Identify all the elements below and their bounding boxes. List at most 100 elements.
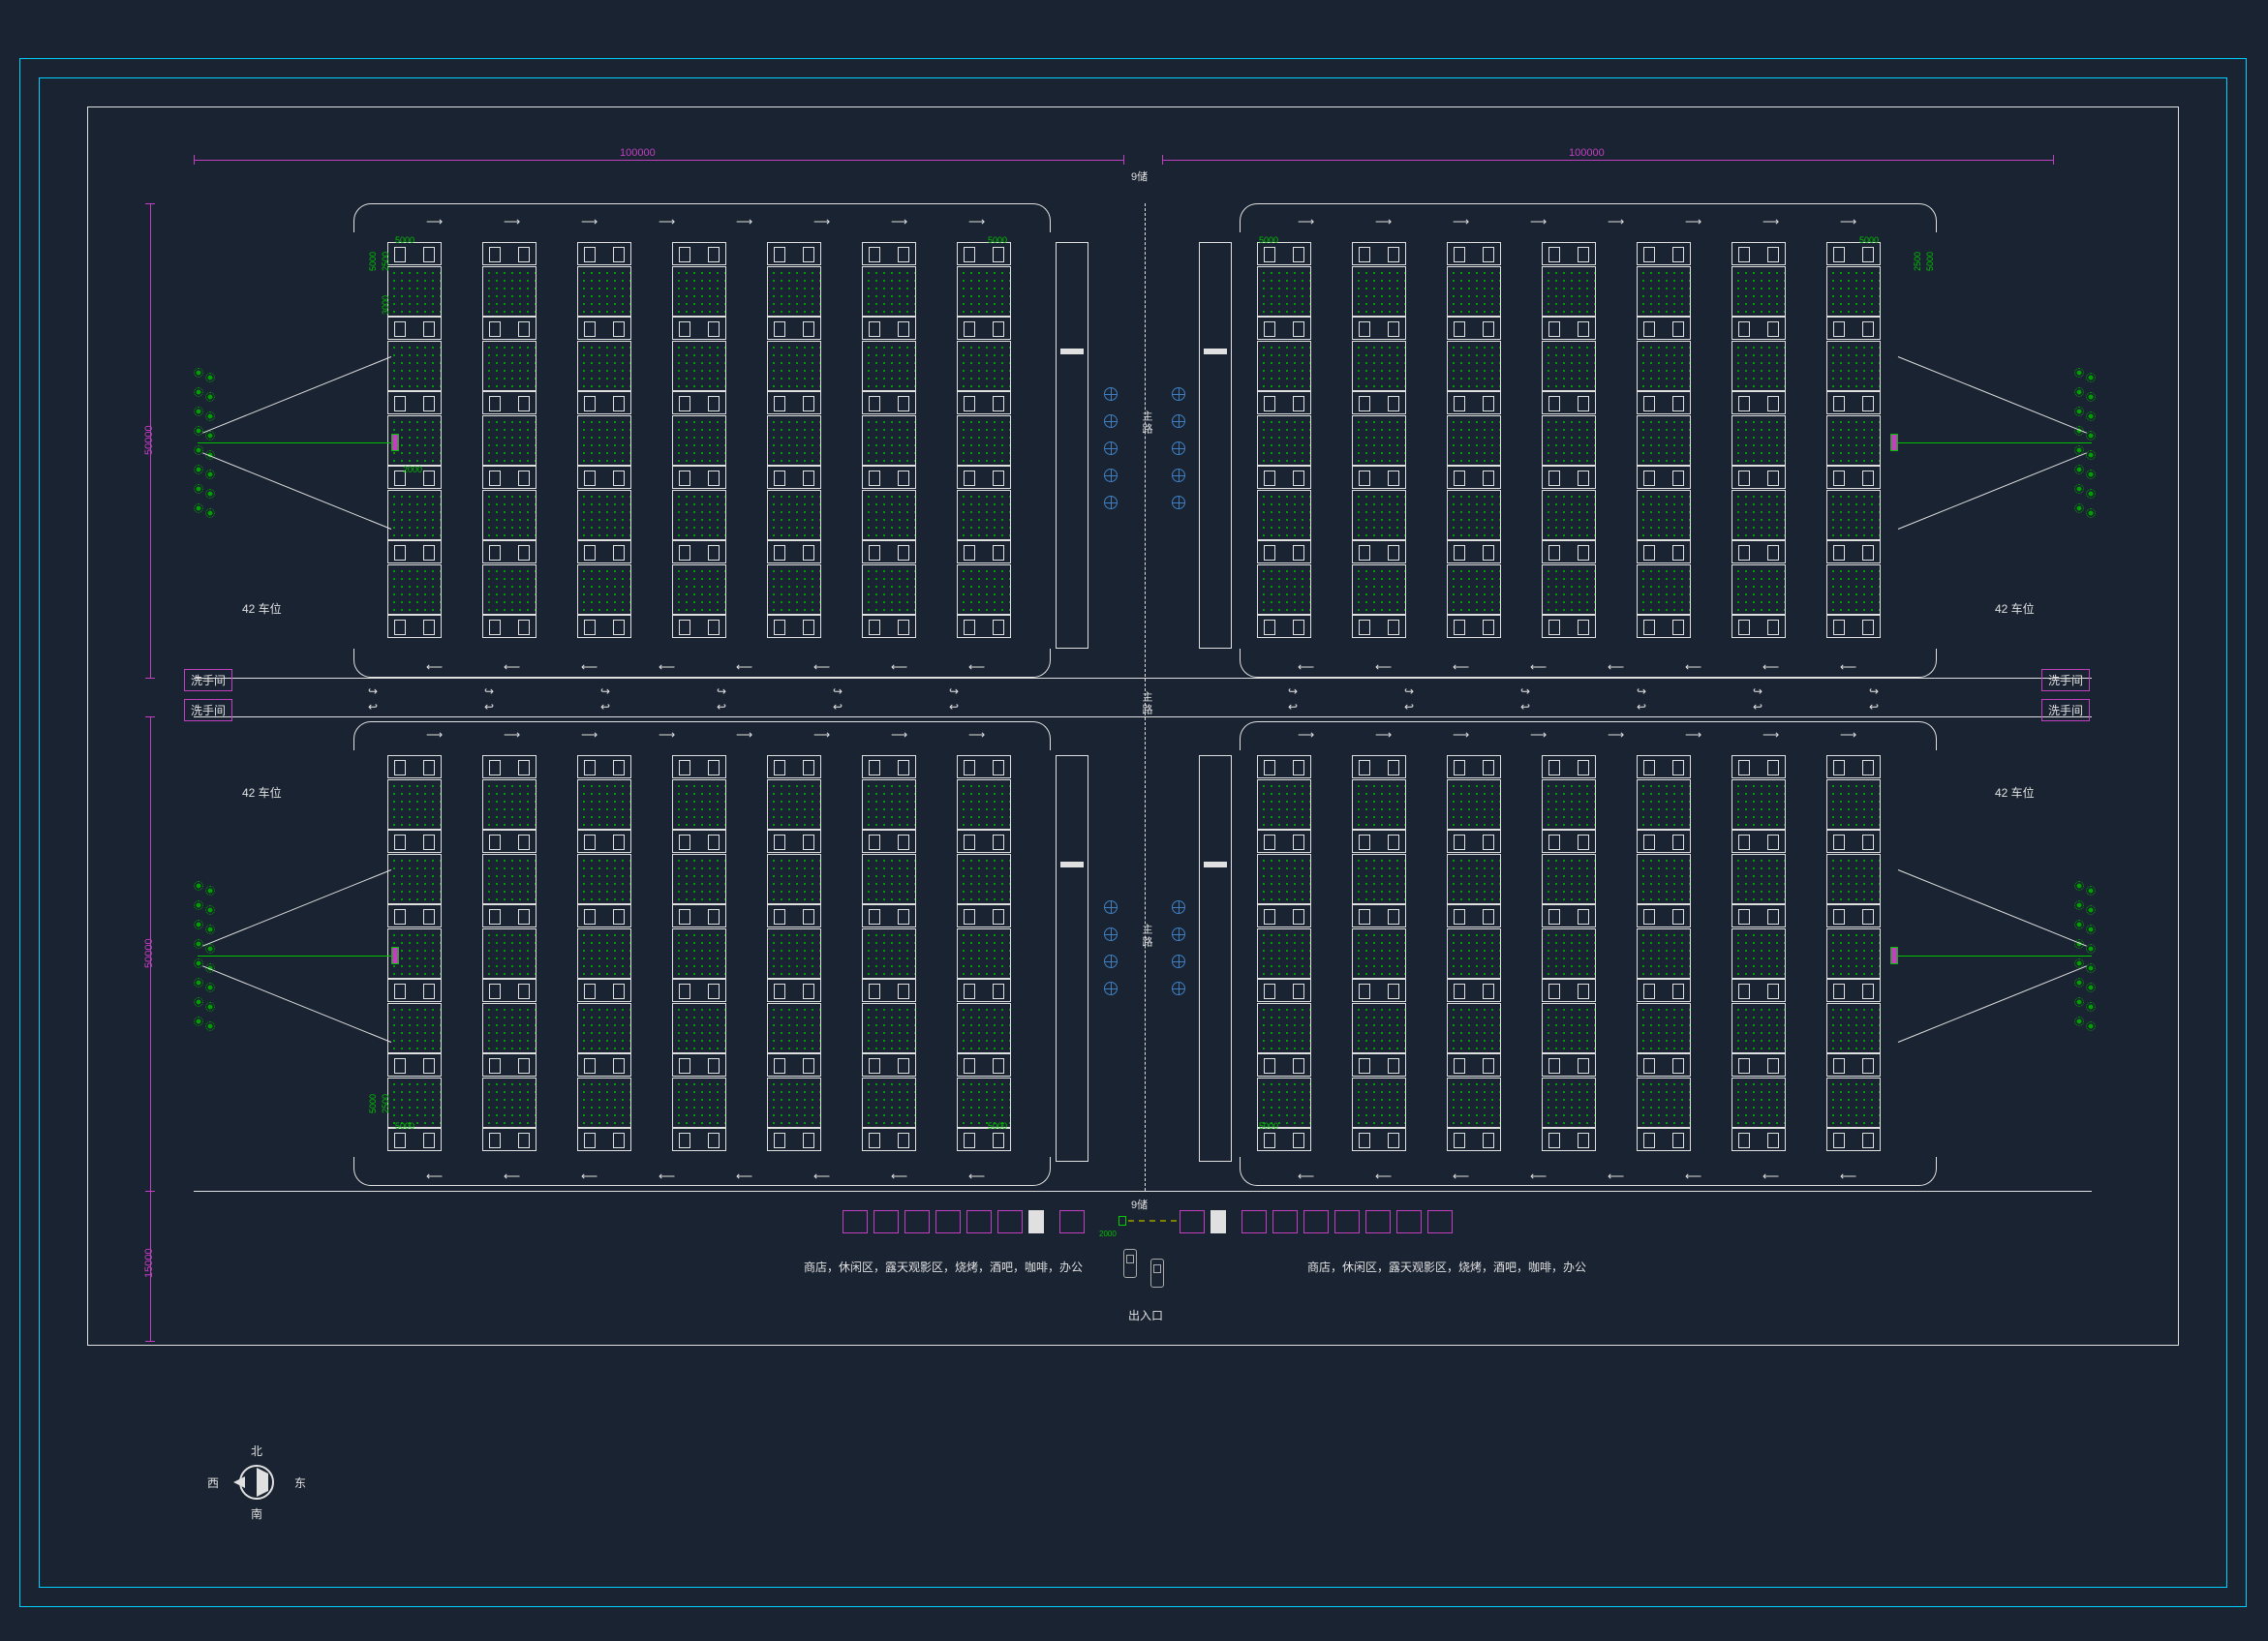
flow-arrow: ⟵ [813, 660, 830, 674]
flow-arrow: ⟶ [659, 215, 675, 228]
green-strip [577, 854, 631, 904]
tree-icon [2086, 1021, 2096, 1031]
parking-space [1352, 904, 1406, 927]
car-icon [1123, 1249, 1137, 1278]
car-icon [1150, 1259, 1164, 1288]
building-box [935, 1210, 961, 1233]
green-strip [672, 341, 726, 391]
parking-space [577, 317, 631, 340]
green-strip [387, 490, 442, 540]
parking-space [1352, 1128, 1406, 1151]
parking-space [1826, 391, 1881, 414]
parking-space [1637, 830, 1691, 853]
fan-icon [1104, 982, 1118, 995]
tree-icon [194, 484, 203, 494]
tree-icon [2074, 503, 2084, 513]
flow-arrow: ↩ [717, 700, 726, 714]
green-strip [387, 564, 442, 615]
green-strip [1447, 779, 1501, 830]
fan-icon [1104, 387, 1118, 401]
green-strip [1637, 341, 1691, 391]
parking-space [672, 979, 726, 1002]
tree-icon [2086, 963, 2096, 973]
parking-space [957, 755, 1011, 778]
parking-space [957, 615, 1011, 638]
tree-icon [2086, 925, 2096, 934]
flow-arrow: ⟶ [968, 728, 985, 742]
green-strip [1352, 564, 1406, 615]
flow-arrow: ⟵ [1840, 660, 1856, 674]
building-box [873, 1210, 899, 1233]
green-strip [482, 490, 536, 540]
parking-space [862, 830, 916, 853]
parking-space [1637, 755, 1691, 778]
dim-label: 50000 [143, 425, 155, 455]
fan-icon [1172, 441, 1185, 455]
flow-arrow: ↩ [484, 700, 494, 714]
tree-icon [2086, 489, 2096, 499]
flow-arrow: ⟶ [891, 215, 907, 228]
green-strip [1637, 1003, 1691, 1053]
tree-icon [194, 939, 203, 949]
parking-space [1352, 830, 1406, 853]
parking-space [1257, 242, 1311, 265]
parking-space [862, 391, 916, 414]
building-box [1365, 1210, 1391, 1233]
parking-space [1352, 391, 1406, 414]
restroom-label: 洗手间 [184, 699, 232, 721]
parking-space [1352, 615, 1406, 638]
tree-icon [2074, 1017, 2084, 1026]
parking-space [767, 242, 821, 265]
flow-arrow: ⟶ [504, 728, 520, 742]
parking-space [1732, 1053, 1786, 1077]
parking-column [1352, 755, 1408, 1152]
building-box [1180, 1210, 1205, 1233]
parking-space [482, 755, 536, 778]
parking-column [957, 242, 1013, 639]
lane-mark [1204, 349, 1227, 354]
parking-space [1637, 904, 1691, 927]
dim-slot: 3000 [381, 295, 390, 315]
flow-arrow: ⟶ [1762, 728, 1779, 742]
building-box [966, 1210, 992, 1233]
flow-arrow: ⟵ [1608, 1170, 1624, 1183]
parking-column [1447, 242, 1503, 639]
flow-arrow: ⟶ [968, 215, 985, 228]
green-strip [767, 1003, 821, 1053]
green-strip [1447, 564, 1501, 615]
green-strip [1637, 415, 1691, 466]
green-strip [862, 1003, 916, 1053]
green-strip [672, 1003, 726, 1053]
flow-arrow: ⟶ [1530, 728, 1547, 742]
parking-column [1447, 755, 1503, 1152]
parking-space [672, 540, 726, 563]
flow-arrow: ⟶ [813, 728, 830, 742]
tree-icon [2074, 368, 2084, 378]
flow-arrow: ⟶ [1375, 215, 1392, 228]
parking-space [862, 979, 916, 1002]
parking-count: 42 车位 [1995, 784, 2035, 801]
light-pole [1890, 947, 1898, 964]
building-box [997, 1210, 1023, 1233]
parking-space [387, 979, 442, 1002]
parking-space [672, 755, 726, 778]
flow-arrow: ⟵ [659, 1170, 675, 1183]
flow-arrow: ↪ [833, 684, 843, 698]
parking-space [862, 317, 916, 340]
fan-icon [1104, 927, 1118, 941]
parking-space [957, 904, 1011, 927]
tree-icon [194, 920, 203, 929]
tree-icon [194, 997, 203, 1007]
parking-space [672, 904, 726, 927]
tree-icon [205, 925, 215, 934]
main-road-label: 主路 [1139, 410, 1154, 436]
tree-icon [2074, 900, 2084, 910]
flow-arrow: ⟶ [1762, 215, 1779, 228]
green-strip [1257, 928, 1311, 979]
parking-space [1826, 979, 1881, 1002]
flow-arrow: ⟶ [1840, 728, 1856, 742]
fan-icon [1104, 441, 1118, 455]
tree-icon [194, 465, 203, 474]
parking-space [577, 755, 631, 778]
cad-drawing-canvas[interactable]: 100000 100000 9储 50000 50000 15000 主路 主路… [0, 0, 2268, 1641]
